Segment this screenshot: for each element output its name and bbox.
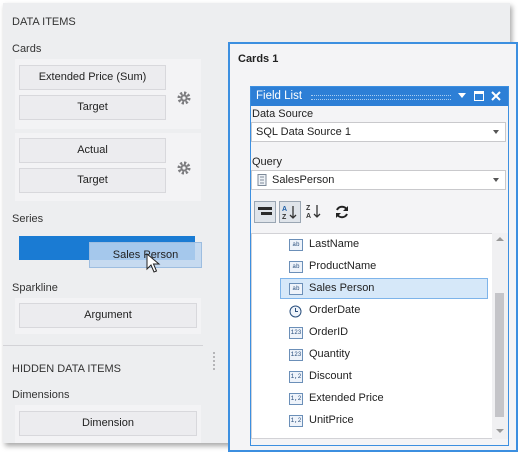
- field-type-icon: ab: [289, 239, 303, 251]
- svg-text:A: A: [306, 213, 311, 219]
- maximize-icon[interactable]: [474, 91, 484, 101]
- svg-text:Z: Z: [306, 205, 311, 212]
- data-source-label: Data Source: [252, 108, 314, 120]
- data-source-value: SQL Data Source 1: [256, 126, 351, 138]
- dimensions-group: Dimension: [15, 405, 201, 443]
- slot-label: Target: [77, 174, 108, 186]
- field-name: LastName: [309, 238, 360, 250]
- sort-ascending-button[interactable]: AZ: [279, 201, 301, 223]
- slot-label: Dimension: [82, 417, 134, 429]
- gear-icon[interactable]: [176, 90, 192, 106]
- chevron-down-icon: [493, 130, 499, 134]
- field-tree[interactable]: ab LastName ab ProductName ab Sales Pers…: [251, 233, 493, 439]
- scroll-down-arrow-icon[interactable]: [496, 428, 504, 434]
- field-name: ProductName: [309, 260, 377, 272]
- field-row-selected[interactable]: ab Sales Person: [252, 278, 492, 300]
- query-icon: [257, 174, 267, 186]
- chevron-down-icon: [493, 178, 499, 182]
- field-type-icon: 123: [289, 327, 303, 339]
- field-row[interactable]: OrderDate: [252, 300, 492, 322]
- field-row[interactable]: ab ProductName: [252, 256, 492, 278]
- field-type-icon: ab: [289, 261, 303, 273]
- sort-descending-button[interactable]: ZA: [304, 201, 326, 223]
- field-name: OrderDate: [309, 304, 361, 316]
- field-name: OrderID: [309, 326, 349, 338]
- svg-text:A: A: [282, 206, 287, 213]
- cards-slot-target[interactable]: Target: [19, 95, 166, 120]
- cards-slot-value[interactable]: Extended Price (Sum): [19, 65, 166, 90]
- refresh-icon: [336, 205, 348, 219]
- cards-group-2: Actual Target: [15, 133, 201, 201]
- slot-label: Target: [77, 101, 108, 113]
- scroll-up-arrow-icon[interactable]: [496, 236, 504, 242]
- query-label: Query: [252, 156, 282, 168]
- dimensions-section-label: Dimensions: [12, 389, 70, 401]
- hidden-data-items-header: HIDDEN DATA ITEMS: [12, 363, 121, 375]
- field-name: UnitPrice: [309, 414, 354, 426]
- field-row[interactable]: 123 OrderID: [252, 322, 492, 344]
- series-section-label: Series: [12, 213, 44, 225]
- field-name: Sales Person: [309, 282, 375, 294]
- dropdown-arrow-icon[interactable]: [458, 93, 466, 99]
- field-row[interactable]: 1,2 Extended Price: [252, 388, 492, 410]
- field-type-icon: 1,2: [289, 371, 303, 383]
- cards-pane-title: Cards 1: [238, 53, 279, 65]
- field-list-titlebar[interactable]: Field List: [251, 87, 508, 106]
- field-type-icon: 123: [289, 349, 303, 361]
- field-row[interactable]: ab LastName: [252, 234, 492, 256]
- field-list-title: Field List: [256, 90, 303, 102]
- field-name: Discount: [309, 370, 352, 382]
- field-list-window[interactable]: Field List Data Source SQL Data Source 1…: [250, 86, 509, 446]
- gear-icon[interactable]: [176, 160, 192, 176]
- field-row[interactable]: 1,2 Discount: [252, 366, 492, 388]
- titlebar-grip: [311, 95, 451, 100]
- field-row[interactable]: 1,2 UnitPrice: [252, 410, 492, 432]
- field-type-icon: 1,2: [289, 393, 303, 405]
- field-list-toolbar: AZ ZA: [254, 201, 364, 225]
- slot-label: Extended Price (Sum): [38, 71, 147, 83]
- field-type-icon: ab: [289, 283, 303, 295]
- dimension-slot[interactable]: Dimension: [19, 411, 197, 436]
- group-by-type-button[interactable]: [254, 201, 276, 223]
- cards-slot-actual[interactable]: Actual: [19, 138, 166, 163]
- close-icon[interactable]: [491, 91, 501, 101]
- data-items-header: DATA ITEMS: [12, 16, 76, 28]
- slot-label: Argument: [84, 309, 132, 321]
- field-name: Quantity: [309, 348, 350, 360]
- query-value: SalesPerson: [272, 174, 335, 186]
- field-type-icon: 1,2: [289, 415, 303, 427]
- sparkline-section-label: Sparkline: [12, 282, 58, 294]
- slot-label: Actual: [77, 144, 108, 156]
- svg-text:Z: Z: [282, 214, 287, 220]
- sort-descending-icon: ZA: [306, 205, 321, 219]
- cards-group-1: Extended Price (Sum) Target: [15, 59, 201, 129]
- sparkline-argument-slot[interactable]: Argument: [19, 303, 197, 328]
- scrollbar-thumb[interactable]: [495, 293, 504, 417]
- section-divider: [3, 345, 203, 346]
- refresh-button[interactable]: [331, 201, 353, 223]
- clock-icon: [289, 305, 302, 318]
- group-icon: [258, 207, 272, 215]
- query-combo[interactable]: SalesPerson: [251, 170, 506, 190]
- field-row[interactable]: 123 Quantity: [252, 344, 492, 366]
- sparkline-group: Argument: [15, 298, 201, 334]
- data-source-combo[interactable]: SQL Data Source 1: [251, 122, 506, 142]
- sort-ascending-icon: AZ: [282, 206, 297, 220]
- cursor-icon: [146, 253, 161, 273]
- vertical-scrollbar[interactable]: [492, 233, 508, 439]
- field-name: Extended Price: [309, 392, 384, 404]
- splitter-grip[interactable]: [212, 352, 216, 372]
- cards-section-label: Cards: [12, 43, 42, 55]
- cards-slot-target[interactable]: Target: [19, 168, 166, 193]
